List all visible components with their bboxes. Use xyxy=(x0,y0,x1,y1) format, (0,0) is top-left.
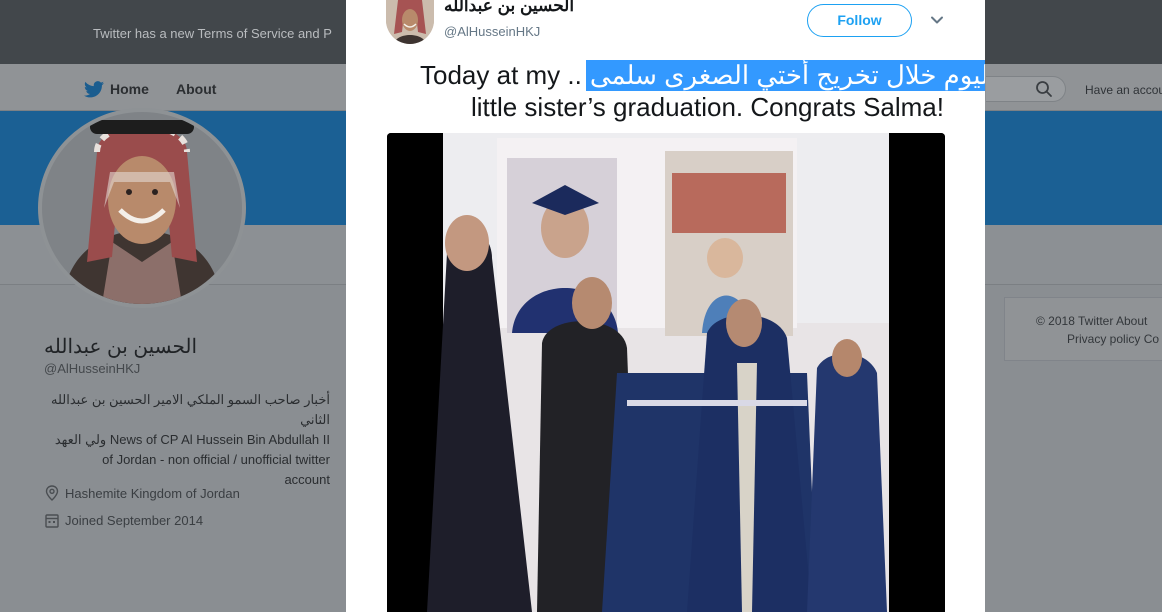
location-pin-icon xyxy=(45,485,59,501)
tweet-modal: الحسين بن عبدالله @AlHusseinHKJ Follow T… xyxy=(346,0,985,612)
bio-line: of Jordan - non official / unofficial tw… xyxy=(102,452,330,467)
avatar-portrait xyxy=(42,112,242,304)
tos-notice[interactable]: Twitter has a new Terms of Service and P xyxy=(93,26,332,41)
profile-avatar[interactable] xyxy=(38,108,246,308)
footer-links-row-2[interactable]: Privacy policy Co xyxy=(1067,332,1159,346)
nav-home-link[interactable]: Home xyxy=(84,80,149,98)
video-frame xyxy=(387,133,945,612)
bio-line: ولي العهد News of CP Al Hussein Bin Abdu… xyxy=(54,432,330,447)
nav-home-label: Home xyxy=(110,81,149,97)
profile-location: Hashemite Kingdom of Jordan xyxy=(45,485,240,501)
footer-links-row-1[interactable]: © 2018 Twitter About xyxy=(1036,314,1147,328)
chevron-down-icon[interactable] xyxy=(929,12,945,28)
author-name[interactable]: الحسين بن عبدالله xyxy=(444,0,574,16)
tweet-text-en: Today at my .. xyxy=(420,59,582,90)
author-avatar-portrait xyxy=(386,0,434,44)
login-prompt[interactable]: Have an accou xyxy=(1085,83,1162,97)
tweet-video[interactable] xyxy=(387,133,945,612)
tweet-text-ar-selected: اليوم خلال تخريج أختي الصغرى سلمى xyxy=(585,59,985,91)
follow-button[interactable]: Follow xyxy=(807,4,912,37)
profile-bio: أخبار صاحب السمو الملكي الامير الحسين بن… xyxy=(40,390,330,490)
author-handle[interactable]: @AlHusseinHKJ xyxy=(444,24,540,39)
calendar-icon xyxy=(45,514,59,528)
author-avatar[interactable] xyxy=(386,0,434,44)
search-input[interactable] xyxy=(986,76,1066,102)
profile-joined: Joined September 2014 xyxy=(45,513,203,528)
bio-line: أخبار صاحب السمو الملكي الامير الحسين بن… xyxy=(50,392,330,427)
search-icon[interactable] xyxy=(1035,80,1053,98)
profile-name[interactable]: الحسين بن عبدالله xyxy=(44,334,197,359)
footer-card xyxy=(1004,297,1162,361)
joined-text: Joined September 2014 xyxy=(65,513,204,528)
profile-handle[interactable]: @AlHusseinHKJ xyxy=(44,361,140,376)
bird-icon xyxy=(84,80,104,97)
nav-about-link[interactable]: About xyxy=(176,81,216,97)
tweet-text-line-1: Today at my .. اليوم خلال تخريج أختي الص… xyxy=(420,58,985,92)
tweet-text-line-2: little sister’s graduation. Congrats Sal… xyxy=(470,92,944,122)
location-text: Hashemite Kingdom of Jordan xyxy=(65,485,240,501)
